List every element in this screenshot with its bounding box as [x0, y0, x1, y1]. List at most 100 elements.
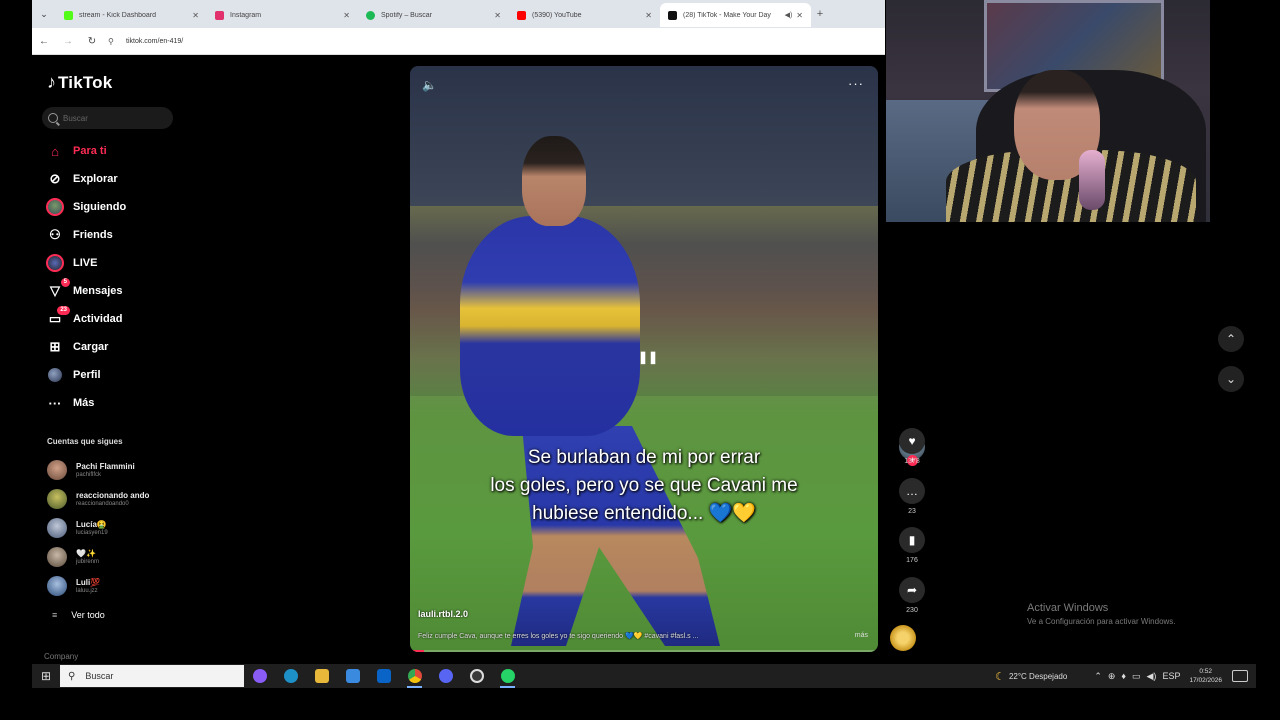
tiktok-logo[interactable]: ♪ TikTok [47, 72, 112, 93]
following-account[interactable]: reaccionando ando reaccionandoando0 [47, 488, 149, 510]
whatsapp-icon[interactable] [492, 664, 523, 688]
music-disc-icon[interactable] [890, 625, 916, 651]
notification-icon[interactable] [1232, 670, 1248, 682]
windows-start-icon[interactable]: ⊞ [32, 669, 60, 683]
network-icon[interactable]: ⊕ [1108, 671, 1116, 682]
nav-perfil[interactable]: Perfil [46, 364, 101, 386]
next-video-chevron-down-icon[interactable]: ⌄ [1218, 366, 1244, 392]
comment-button[interactable]: … 23 [899, 478, 925, 515]
tab-kick[interactable]: stream - Kick Dashboard ✕ [56, 3, 207, 27]
heart-icon: ♥ [899, 428, 925, 454]
video-progress-bar[interactable] [410, 650, 878, 652]
upload-icon: ⊞ [49, 339, 61, 354]
edge-icon[interactable] [275, 664, 306, 688]
clock[interactable]: 0:52 17/02/2026 [1189, 667, 1222, 685]
account-name: Pachi Flammini [76, 462, 135, 471]
volume-icon[interactable]: 🔈 [422, 78, 437, 92]
display-icon[interactable]: ▭ [1132, 671, 1141, 682]
close-tab-icon[interactable]: ✕ [343, 11, 350, 20]
share-count: 230 [906, 607, 918, 614]
new-tab-button[interactable]: + [811, 8, 829, 20]
caption-line: los goles, pero yo se que Cavani me [490, 475, 798, 496]
url-field[interactable]: tiktok.com/en-419/ [126, 38, 183, 45]
forward-arrow-icon[interactable]: → [56, 36, 80, 47]
messages-badge: 5 [60, 278, 70, 287]
chevron-up-icon[interactable]: ⌃ [1094, 671, 1102, 682]
moon-weather-icon: ☾ [995, 670, 1005, 683]
tab-search-chevron-icon[interactable]: ⌄ [32, 0, 56, 28]
like-button[interactable]: ♥ 1378 [899, 428, 925, 465]
search-box[interactable] [42, 107, 173, 129]
activity-badge: 23 [57, 306, 70, 315]
company-link[interactable]: Company [44, 652, 78, 661]
nav-para-ti[interactable]: ⌂ Para ti [46, 140, 107, 162]
nav-mensajes[interactable]: ▽ 5 Mensajes [46, 278, 123, 302]
more-icon: ··· [48, 395, 62, 411]
nav-label: Siguiendo [73, 201, 127, 213]
taskbar-search[interactable]: ⚲ Buscar [60, 665, 244, 687]
tab-title: Spotify – Buscar [381, 11, 432, 19]
account-handle: luciasyen19 [76, 530, 108, 536]
search-input[interactable] [63, 113, 163, 123]
like-count: 1378 [904, 458, 920, 465]
clock-date: 17/02/2026 [1189, 677, 1222, 684]
microphone [1079, 150, 1105, 210]
copilot-icon[interactable] [244, 664, 275, 688]
tab-instagram[interactable]: Instagram ✕ [207, 3, 358, 27]
tab-youtube[interactable]: (5390) YouTube ✕ [509, 3, 660, 27]
following-account[interactable]: Pachi Flammini pachiflfck [47, 459, 135, 481]
outlook-icon[interactable] [368, 664, 399, 688]
tab-spotify[interactable]: Spotify – Buscar ✕ [358, 3, 509, 27]
close-tab-icon[interactable]: ✕ [796, 11, 803, 20]
following-account[interactable]: Luli💯 laluu.jzz [47, 575, 100, 597]
following-avatar-icon [46, 198, 64, 216]
nav-label: Para ti [73, 145, 107, 157]
tab-title: (5390) YouTube [532, 11, 582, 19]
store-icon[interactable] [337, 664, 368, 688]
obs-icon[interactable] [461, 664, 492, 688]
discord-icon[interactable] [430, 664, 461, 688]
see-all-button[interactable]: ≡ Ver todo [52, 610, 105, 620]
share-button[interactable]: ➦ 230 [899, 577, 925, 614]
account-handle: jubirenm [76, 559, 100, 565]
nav-cargar[interactable]: ⊞ Cargar [46, 336, 109, 358]
volume-icon[interactable]: ◀) [1147, 671, 1157, 682]
nav-live[interactable]: LIVE [46, 252, 97, 274]
close-tab-icon[interactable]: ✕ [192, 11, 199, 20]
tab-tiktok[interactable]: (28) TikTok - Make Your Day ◀) ✕ [660, 3, 811, 27]
nav-label: Explorar [73, 173, 118, 185]
video-author[interactable]: lauli.rtbl.2.0 [418, 609, 468, 619]
close-tab-icon[interactable]: ✕ [645, 11, 652, 20]
more-options-icon[interactable]: ··· [848, 76, 864, 91]
nav-label: Más [73, 397, 95, 409]
language-indicator[interactable]: ESP [1162, 671, 1180, 681]
nav-actividad[interactable]: ▭ 23 Actividad [46, 306, 123, 330]
tab-title: Instagram [230, 11, 262, 19]
nav-siguiendo[interactable]: Siguiendo [46, 196, 126, 218]
browser-tab-bar: ⌄ stream - Kick Dashboard ✕ Instagram ✕ … [32, 0, 885, 28]
chrome-icon[interactable] [399, 664, 430, 688]
nav-explorar[interactable]: ⊘ Explorar [46, 168, 118, 190]
following-account[interactable]: Lucía🤮 luciasyen19 [47, 517, 108, 539]
nav-mas[interactable]: ··· Más [46, 392, 95, 414]
microphone-icon[interactable]: ♦ [1121, 671, 1126, 681]
video-player[interactable]: 🔈 ··· ❚❚ Se burlaban de mi por errar los… [410, 66, 878, 652]
close-tab-icon[interactable]: ✕ [494, 11, 501, 20]
file-explorer-icon[interactable] [306, 664, 337, 688]
audio-playing-icon[interactable]: ◀) [785, 11, 793, 19]
previous-video-chevron-up-icon[interactable]: ⌃ [1218, 326, 1244, 352]
back-arrow-icon[interactable]: ← [32, 36, 56, 47]
weather-text[interactable]: 22°C Despejado [1009, 672, 1067, 681]
home-icon: ⌂ [51, 143, 59, 159]
description-more-link[interactable]: más [855, 632, 868, 639]
reload-icon[interactable]: ↻ [80, 36, 104, 47]
nav-friends[interactable]: ⚇ Friends [46, 224, 113, 246]
nav-label: Mensajes [73, 285, 123, 297]
tiktok-note-icon: ♪ [47, 72, 56, 92]
activate-windows-watermark: Activar Windows Ve a Configuración para … [1027, 602, 1176, 626]
youtube-favicon-icon [517, 10, 526, 20]
save-button[interactable]: ▮ 176 [899, 527, 925, 564]
pause-icon[interactable]: ❚❚ [638, 350, 658, 364]
following-account[interactable]: 🤍✨ jubirenm [47, 546, 99, 568]
site-info-icon[interactable]: ⚲ [108, 37, 120, 46]
